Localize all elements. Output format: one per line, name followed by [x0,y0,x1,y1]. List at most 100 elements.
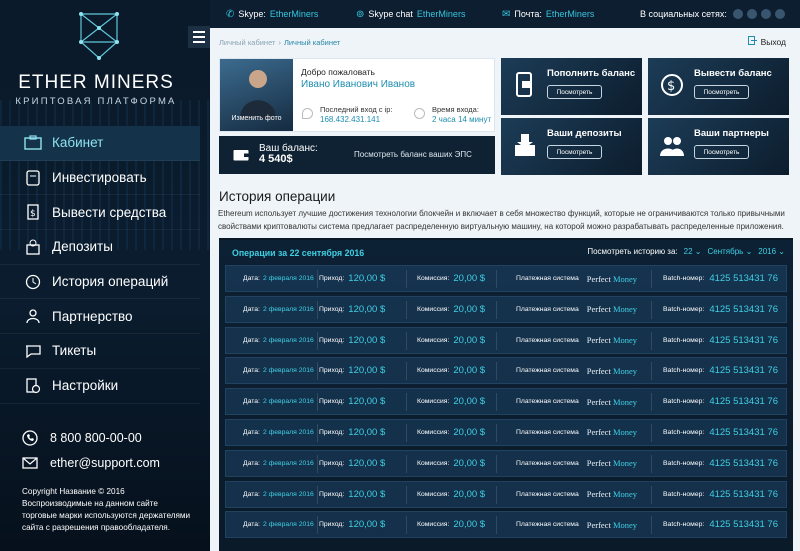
op-date: Дата: 2 февраля 2016 [243,482,314,507]
pm-part2: Money [612,273,638,284]
sidebar-item-tickets[interactable]: Тикеты [0,334,200,369]
op-date-label: Дата: [243,336,260,344]
history-filter-label: Посмотреть историю за: [587,247,678,256]
op-date-label: Дата: [243,490,260,498]
partners-icon [24,307,42,325]
op-system: Платежная система Perfect Money [516,420,637,445]
operation-row: Дата: 2 февраля 2016 Приход: 120,00 $ Комисс… [225,357,787,385]
invest-icon [24,169,42,187]
skype-chat-contact[interactable]: ⊚ Skype chat EtherMiners [356,9,465,20]
google-plus-icon[interactable] [774,9,785,19]
op-system-label: Платежная система [516,521,579,529]
filter-year-select[interactable]: 2016 ⌄ [758,247,785,256]
sidebar-item-label: Кабинет [52,135,104,151]
tile-title: Ваши партнеры [694,128,769,139]
history-icon [24,273,42,291]
op-system: Платежная система Perfect Money [516,389,637,414]
pm-part2: Money [612,458,638,469]
menu-toggle-button[interactable] [188,26,210,48]
perfect-money-logo: Perfect Money [587,274,637,284]
op-batch-value: 4125 513431 76 [709,303,778,315]
op-fee-label: Комиссия: [417,275,450,282]
op-date-value: 2 февраля 2016 [262,521,314,529]
op-date: Дата: 2 февраля 2016 [243,328,314,353]
op-system-label: Платежная система [516,398,579,406]
sidebar-item-history[interactable]: История операций [0,265,200,300]
op-batch-label: Batch-номер: [663,275,705,282]
pm-part1: Perfect [586,396,611,407]
social-links: В социальных сетях: [640,9,785,19]
tile-top-up[interactable]: Пополнить баланс Посмотреть [501,58,642,115]
op-date: Дата: 2 февраля 2016 [243,451,314,476]
chevron-down-icon: ⌄ [778,247,785,256]
pm-part1: Perfect [586,365,611,376]
perfect-money-logo: Perfect Money [587,366,637,376]
op-date-label: Дата: [243,521,260,529]
sidebar-item-invest[interactable]: Инвестировать [0,161,200,196]
op-system: Платежная система Perfect Money [516,512,637,537]
wallet-icon [233,148,249,166]
pm-part1: Perfect [586,489,611,500]
view-button[interactable]: Посмотреть [694,85,749,99]
op-system-label: Платежная система [516,336,579,344]
twitter-icon[interactable] [732,9,743,19]
op-income-value: 120,00 $ [348,303,386,315]
brand-name-part1: ETHER [18,72,88,93]
vk-icon[interactable] [760,9,771,19]
perfect-money-logo: Perfect Money [587,520,637,530]
tile-deposits[interactable]: Ваши депозиты Посмотреть [501,118,642,175]
skype-contact[interactable]: ✆ Skype: EtherMiners [226,9,318,20]
contact-phone[interactable]: 8 800 800-00-00 [22,430,142,446]
balance-label: Ваш баланс: 4 540$ [259,143,318,165]
mail-contact[interactable]: ✉ Почта: EtherMiners [502,9,594,20]
contact-email[interactable]: ether@support.com [22,456,160,470]
op-date-value: 2 февраля 2016 [262,275,314,282]
view-button[interactable]: Посмотреть [694,145,749,159]
op-batch: Batch-номер: 4125 513431 76 [663,420,778,445]
view-eps-balance-link[interactable]: Посмотреть баланс ваших ЭПС [354,150,472,159]
copyright: Copyright Название © 2016 Воспроизводимы… [22,487,191,532]
view-button[interactable]: Посмотреть [547,145,602,159]
operation-row: Дата: 2 февраля 2016 Приход: 120,00 $ Комисс… [225,449,787,477]
op-fee-value: 20,00 $ [453,334,486,346]
op-system-label: Платежная система [516,459,579,467]
op-income-value: 120,00 $ [348,334,386,346]
op-income-label: Приход: [319,490,345,498]
exit-button[interactable]: Выход [747,36,786,47]
op-batch-label: Batch-номер: [663,428,705,436]
sidebar-item-deposits[interactable]: Депозиты [0,230,200,265]
op-batch: Batch-номер: 4125 513431 76 [663,328,778,353]
sidebar-item-settings[interactable]: Настройки [0,369,200,404]
tile-partners[interactable]: Ваши партнеры Посмотреть [648,118,789,175]
op-fee: Комиссия: 20,00 $ [417,482,485,507]
op-fee: Комиссия: 20,00 $ [417,389,485,414]
login-time: Время входа: 2 часа 14 минут [432,105,491,125]
avatar[interactable]: Изменить фото [220,59,293,131]
op-system-label: Платежная система [516,490,579,498]
sidebar-item-cabinet[interactable]: Кабинет [0,126,200,161]
facebook-icon[interactable] [746,9,757,19]
pm-part2: Money [612,519,638,530]
pm-part2: Money [612,304,638,315]
op-fee-label: Комиссия: [417,305,450,313]
filter-month-select[interactable]: Сентябрь ⌄ [707,247,752,256]
breadcrumb-root[interactable]: Личный кабинет [219,38,275,47]
main-content: Личный кабинет › Личный кабинет Выход Изме… [210,28,800,551]
operation-row: Дата: 2 февраля 2016 Приход: 120,00 $ Комисс… [225,265,787,292]
op-batch-label: Batch-номер: [663,490,705,498]
filter-day-select[interactable]: 22 ⌄ [684,247,702,256]
perfect-money-logo: Perfect Money [587,427,637,437]
brand-logo[interactable]: ETHER MINERS КРИПТОВАЯ ПЛАТФОРМА [0,6,210,107]
op-system: Платежная система Perfect Money [516,451,637,476]
sidebar-item-partners[interactable]: Партнерство [0,299,200,335]
operation-row: Дата: 2 февраля 2016 Приход: 120,00 $ Комисс… [225,388,787,416]
op-batch-value: 4125 513431 76 [709,273,778,284]
view-button[interactable]: Посмотреть [547,85,602,99]
operation-row: Дата: 2 февраля 2016 Приход: 120,00 $ Комисс… [225,480,787,508]
tile-withdraw[interactable]: $ Вывести баланс Посмотреть [648,58,789,115]
op-fee-value: 20,00 $ [453,426,486,438]
sidebar-item-withdraw[interactable]: $ Вывести средства [0,195,200,231]
op-income-value: 120,00 $ [348,273,386,284]
tile-title: Пополнить баланс [547,68,636,79]
deposits-icon [24,238,42,256]
